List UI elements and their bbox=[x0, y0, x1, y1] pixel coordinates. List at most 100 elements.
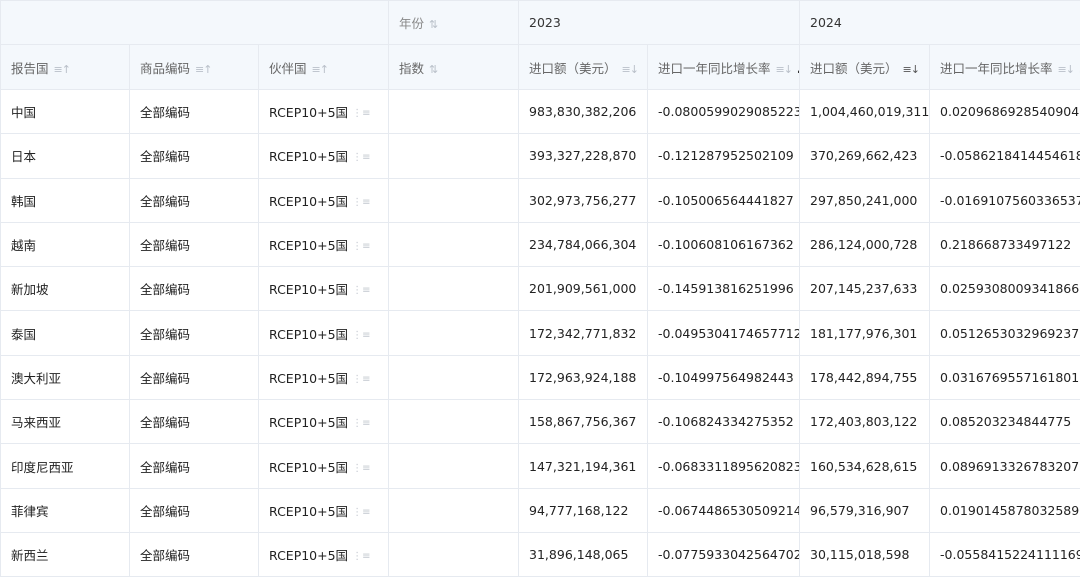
sort-icon[interactable]: ≡↑ bbox=[312, 63, 328, 76]
cell-index bbox=[389, 532, 519, 576]
partner-group-icon[interactable]: ⋮≡ bbox=[352, 241, 370, 252]
sort-icon[interactable]: ≡↑ bbox=[195, 63, 211, 76]
cell-code: 全部编码 bbox=[130, 444, 259, 488]
cell-code: 全部编码 bbox=[130, 532, 259, 576]
cell-import-2023: 983,830,382,206 bbox=[519, 90, 648, 134]
cell-reporter: 澳大利亚 bbox=[1, 355, 130, 399]
partner-group-icon[interactable]: ⋮≡ bbox=[352, 374, 370, 385]
column-header-reporter[interactable]: 报告国≡↑ bbox=[1, 45, 130, 90]
table-row[interactable]: 新加坡全部编码RCEP10+5国⋮≡201,909,561,000-0.1459… bbox=[1, 267, 1080, 311]
header-row-columns: 报告国≡↑ 商品编码≡↑ 伙伴国≡↑ 指数⇅ 进口额（美元）≡↓ 进口一年同比增… bbox=[1, 45, 1080, 90]
table-row[interactable]: 韩国全部编码RCEP10+5国⋮≡302,973,756,277-0.10500… bbox=[1, 178, 1080, 222]
cell-import-2023: 158,867,756,367 bbox=[519, 400, 648, 444]
cell-code: 全部编码 bbox=[130, 488, 259, 532]
cell-yoy-2024: 0.218668733497122 bbox=[930, 222, 1080, 266]
cell-reporter: 韩国 bbox=[1, 178, 130, 222]
cell-yoy-2023: -0.0775933042564702 bbox=[648, 532, 800, 576]
cell-import-2024: 181,177,976,301 bbox=[800, 311, 930, 355]
partner-group-icon[interactable]: ⋮≡ bbox=[352, 463, 370, 474]
cell-yoy-2023: -0.0683311895620823 bbox=[648, 444, 800, 488]
table-row[interactable]: 菲律宾全部编码RCEP10+5国⋮≡ 94,777,168,122-0.06744… bbox=[1, 488, 1080, 532]
cell-yoy-2024: 0.0190145878032589 bbox=[930, 488, 1080, 532]
cell-import-2023: 31,896,148,065 bbox=[519, 532, 648, 576]
cell-reporter: 泰国 bbox=[1, 311, 130, 355]
table-row[interactable]: 新西兰全部编码RCEP10+5国⋮≡31,896,148,065-0.07759… bbox=[1, 532, 1080, 576]
cell-code: 全部编码 bbox=[130, 355, 259, 399]
cell-partner: RCEP10+5国⋮≡ bbox=[259, 444, 389, 488]
partner-group-icon[interactable]: ⋮≡ bbox=[352, 152, 370, 163]
cell-import-2024: 370,269,662,423 bbox=[800, 134, 930, 178]
cell-reporter: 中国 bbox=[1, 90, 130, 134]
cell-yoy-2023: -0.0800599029085223 bbox=[648, 90, 800, 134]
cell-yoy-2024: -0.0558415224111169 bbox=[930, 532, 1080, 576]
cell-yoy-2023: -0.105006564441827 bbox=[648, 178, 800, 222]
column-header-import-2024[interactable]: 进口额（美元）≡↓ bbox=[800, 45, 930, 90]
cell-index bbox=[389, 178, 519, 222]
dimension-icon[interactable]: ⇅ bbox=[429, 63, 437, 76]
pivot-table: 年份⇅ 2023 2024 报告国≡↑ 商品编码≡↑ 伙伴国≡↑ 指数⇅ 进口额… bbox=[0, 0, 1080, 577]
sort-desc-active-icon[interactable]: ≡↓ bbox=[903, 63, 919, 76]
table-row[interactable]: 日本全部编码RCEP10+5国⋮≡393,327,228,870-0.12128… bbox=[1, 134, 1080, 178]
cell-yoy-2024: -0.0586218414454618 bbox=[930, 134, 1080, 178]
cell-partner: RCEP10+5国⋮≡ bbox=[259, 90, 389, 134]
cell-import-2023: 94,777,168,122 bbox=[519, 488, 648, 532]
partner-group-icon[interactable]: ⋮≡ bbox=[352, 330, 370, 341]
cell-partner: RCEP10+5国⋮≡ bbox=[259, 311, 389, 355]
cell-code: 全部编码 bbox=[130, 178, 259, 222]
column-header-index[interactable]: 指数⇅ bbox=[389, 45, 519, 90]
cell-index bbox=[389, 90, 519, 134]
cell-import-2024: 160,534,628,615 bbox=[800, 444, 930, 488]
column-header-code[interactable]: 商品编码≡↑ bbox=[130, 45, 259, 90]
column-header-yoy-2023[interactable]: 进口一年同比增长率≡↓… bbox=[648, 45, 800, 90]
cell-index bbox=[389, 400, 519, 444]
cell-partner: RCEP10+5国⋮≡ bbox=[259, 532, 389, 576]
table-row[interactable]: 马来西亚全部编码RCEP10+5国⋮≡158,867,756,367-0.106… bbox=[1, 400, 1080, 444]
cell-yoy-2024: 0.0259308009341866 bbox=[930, 267, 1080, 311]
partner-group-icon[interactable]: ⋮≡ bbox=[352, 197, 370, 208]
cell-index bbox=[389, 267, 519, 311]
sort-icon[interactable]: ≡↓ bbox=[622, 63, 638, 76]
partner-group-icon[interactable]: ⋮≡ bbox=[352, 285, 370, 296]
table-row[interactable]: 泰国全部编码RCEP10+5国⋮≡172,342,771,832-0.04953… bbox=[1, 311, 1080, 355]
cell-code: 全部编码 bbox=[130, 222, 259, 266]
cell-index bbox=[389, 355, 519, 399]
column-header-import-2023[interactable]: 进口额（美元）≡↓ bbox=[519, 45, 648, 90]
cell-yoy-2023: -0.121287952502109 bbox=[648, 134, 800, 178]
sort-icon[interactable]: ≡↑ bbox=[54, 63, 70, 76]
sort-icon[interactable]: ≡↓ bbox=[776, 63, 792, 76]
year-header-2023: 2023 bbox=[519, 1, 800, 45]
partner-group-icon[interactable]: ⋮≡ bbox=[352, 108, 370, 119]
cell-index bbox=[389, 488, 519, 532]
year-dimension-header[interactable]: 年份 ⇅ bbox=[389, 1, 519, 45]
column-header-yoy-2024[interactable]: 进口一年同比增长率≡↓… bbox=[930, 45, 1080, 90]
cell-import-2023: 302,973,756,277 bbox=[519, 178, 648, 222]
cell-partner: RCEP10+5国⋮≡ bbox=[259, 488, 389, 532]
cell-partner: RCEP10+5国⋮≡ bbox=[259, 267, 389, 311]
cell-partner: RCEP10+5国⋮≡ bbox=[259, 222, 389, 266]
table-row[interactable]: 印度尼西亚全部编码RCEP10+5国⋮≡147,321,194,361-0.06… bbox=[1, 444, 1080, 488]
partner-group-icon[interactable]: ⋮≡ bbox=[352, 507, 370, 518]
cell-yoy-2023: -0.0495304174657712 bbox=[648, 311, 800, 355]
table-row[interactable]: 澳大利亚全部编码RCEP10+5国⋮≡172,963,924,188-0.104… bbox=[1, 355, 1080, 399]
cell-reporter: 日本 bbox=[1, 134, 130, 178]
cell-yoy-2023: -0.0674486530509214 bbox=[648, 488, 800, 532]
cell-index bbox=[389, 222, 519, 266]
dimension-icon[interactable]: ⇅ bbox=[429, 18, 437, 31]
cell-reporter: 新加坡 bbox=[1, 267, 130, 311]
sort-icon[interactable]: ≡↓ bbox=[1058, 63, 1074, 76]
cell-reporter: 菲律宾 bbox=[1, 488, 130, 532]
cell-reporter: 马来西亚 bbox=[1, 400, 130, 444]
cell-code: 全部编码 bbox=[130, 90, 259, 134]
cell-import-2024: 207,145,237,633 bbox=[800, 267, 930, 311]
year-label: 年份 bbox=[399, 16, 424, 31]
partner-group-icon[interactable]: ⋮≡ bbox=[352, 551, 370, 562]
cell-import-2024: 286,124,000,728 bbox=[800, 222, 930, 266]
cell-index bbox=[389, 311, 519, 355]
partner-group-icon[interactable]: ⋮≡ bbox=[352, 418, 370, 429]
table-row[interactable]: 越南全部编码RCEP10+5国⋮≡234,784,066,304-0.10060… bbox=[1, 222, 1080, 266]
cell-import-2024: 178,442,894,755 bbox=[800, 355, 930, 399]
table-row[interactable]: 中国全部编码RCEP10+5国⋮≡ 983,830,382,206-0.08005… bbox=[1, 90, 1080, 134]
cell-partner: RCEP10+5国⋮≡ bbox=[259, 134, 389, 178]
cell-yoy-2024: -0.0169107560336537 bbox=[930, 178, 1080, 222]
column-header-partner[interactable]: 伙伴国≡↑ bbox=[259, 45, 389, 90]
